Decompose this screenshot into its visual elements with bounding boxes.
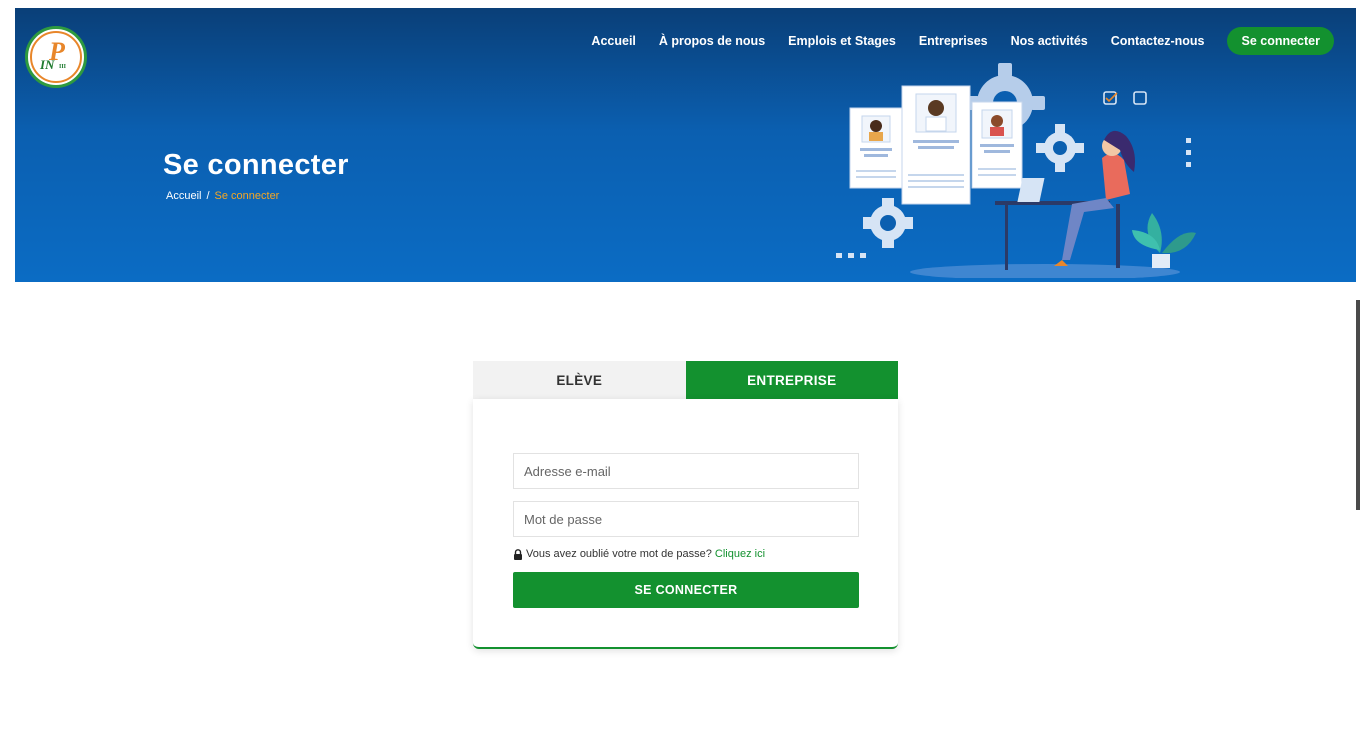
nav-contact[interactable]: Contactez-nous xyxy=(1111,34,1205,48)
tab-entreprise[interactable]: ENTREPRISE xyxy=(685,361,898,407)
forgot-password: Vous avez oublié votre mot de passe? Cli… xyxy=(513,548,765,560)
page-scrollbar[interactable] xyxy=(1356,300,1360,510)
nav-accueil[interactable]: Accueil xyxy=(591,34,635,48)
email-field[interactable] xyxy=(513,453,859,489)
profile-card-icon xyxy=(849,107,903,189)
password-field[interactable] xyxy=(513,501,859,537)
login-type-tabs: ELÈVE ENTREPRISE xyxy=(473,361,898,407)
breadcrumb-separator: / xyxy=(206,190,210,202)
logo-icon[interactable]: P IN III xyxy=(25,26,87,88)
recruitment-illustration xyxy=(836,63,1196,278)
main-nav: Accueil À propos de nous Emplois et Stag… xyxy=(568,27,1334,55)
profile-card-icon xyxy=(971,101,1023,189)
nav-a-propos[interactable]: À propos de nous xyxy=(659,34,765,48)
forgot-password-text: Vous avez oublié votre mot de passe? xyxy=(526,548,712,560)
nav-login-button[interactable]: Se connecter xyxy=(1227,27,1334,55)
login-card: Vous avez oublié votre mot de passe? Cli… xyxy=(473,399,898,649)
page-title: Se connecter xyxy=(163,149,349,181)
nav-emplois-stages[interactable]: Emplois et Stages xyxy=(788,34,896,48)
hero-banner: P IN III Accueil À propos de nous Emploi… xyxy=(15,8,1356,282)
gear-icon xyxy=(1036,124,1084,172)
lock-icon xyxy=(514,548,522,560)
breadcrumb-home[interactable]: Accueil xyxy=(166,190,201,202)
submit-login-button[interactable]: SE CONNECTER xyxy=(513,572,859,608)
plant-icon xyxy=(1132,213,1196,268)
breadcrumb-current: Se connecter xyxy=(214,190,280,202)
nav-activites[interactable]: Nos activités xyxy=(1011,34,1088,48)
breadcrumb: Accueil / Se connecter xyxy=(166,190,279,202)
profile-card-icon xyxy=(901,85,971,205)
nav-entreprises[interactable]: Entreprises xyxy=(919,34,988,48)
tab-eleve[interactable]: ELÈVE xyxy=(473,361,686,399)
gear-icon xyxy=(863,198,913,248)
checkbox-icon xyxy=(1133,91,1147,105)
forgot-password-link[interactable]: Cliquez ici xyxy=(715,548,765,560)
checkbox-checked-icon xyxy=(1103,91,1118,105)
